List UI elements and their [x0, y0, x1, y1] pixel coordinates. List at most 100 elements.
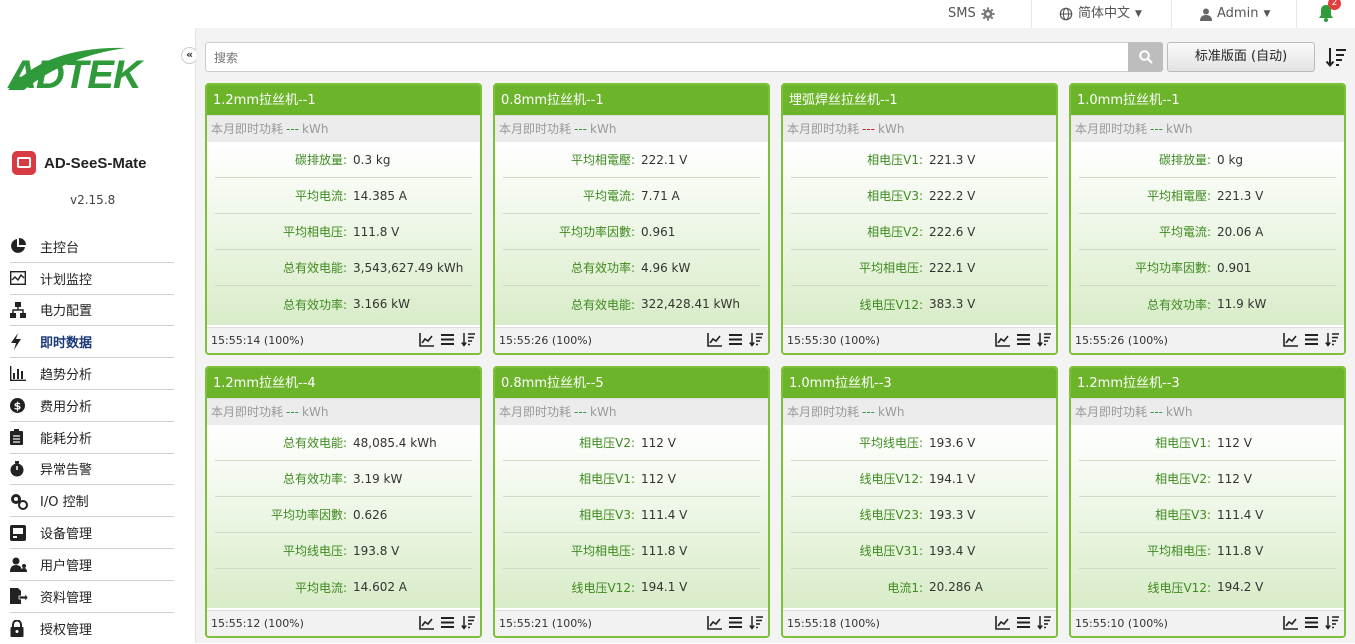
- list-icon[interactable]: [1304, 332, 1319, 347]
- card-monthly-power: 本月即时功耗 --- kWh: [495, 115, 768, 142]
- sms-menu[interactable]: SMS: [948, 0, 995, 28]
- sidebar-item-data-management[interactable]: 资料管理: [10, 581, 174, 613]
- monthly-power-label: 本月即时功耗: [787, 122, 860, 136]
- metric-value: 194.1 V: [929, 471, 976, 486]
- sidebar-item-energy-analysis[interactable]: 能耗分析: [10, 422, 174, 454]
- bar-chart-icon: [10, 366, 26, 382]
- trend-chart-icon[interactable]: [1283, 615, 1298, 630]
- sidebar-item-dashboard[interactable]: 主控台: [10, 231, 174, 263]
- metric-value: 14.602 A: [353, 580, 408, 594]
- metric-label: 平均功率因數:: [558, 225, 635, 239]
- sidebar-item-io-control[interactable]: I/O 控制: [10, 485, 174, 518]
- sort-icon[interactable]: [1325, 332, 1340, 347]
- sort-icon[interactable]: [749, 332, 764, 347]
- search-input[interactable]: [214, 49, 1114, 67]
- card-monthly-power: 本月即时功耗 --- kWh: [207, 398, 480, 425]
- sidebar-item-power-config[interactable]: 电力配置: [10, 295, 174, 327]
- device-card[interactable]: 埋弧焊丝拉丝机--1 本月即时功耗 --- kWh 相电压V1: 221.3 V 相电…: [781, 83, 1058, 355]
- sort-icon[interactable]: [1037, 615, 1052, 630]
- trend-chart-icon[interactable]: [995, 332, 1010, 347]
- metric-label: 相电压V1:: [867, 153, 923, 167]
- device-card[interactable]: 1.0mm拉丝机--3 本月即时功耗 --- kWh 平均线电压: 193.6 V 线…: [781, 366, 1058, 638]
- trend-chart-icon[interactable]: [419, 332, 434, 347]
- trend-chart-icon[interactable]: [995, 615, 1010, 630]
- list-icon[interactable]: [440, 615, 455, 630]
- metric-row: 平均相电压: 111.8 V: [503, 533, 760, 569]
- sort-icon[interactable]: [1325, 615, 1340, 630]
- metric-row: 相电压V2: 222.6 V: [791, 214, 1048, 250]
- sort-icon[interactable]: [461, 332, 476, 347]
- sort-icon[interactable]: [749, 615, 764, 630]
- monthly-power-label: 本月即时功耗: [1075, 405, 1148, 419]
- device-card[interactable]: 1.2mm拉丝机--4 本月即时功耗 --- kWh 总有效电能: 48,085.4 …: [205, 366, 482, 638]
- card-body: 总有效电能: 48,085.4 kWh 总有效功率: 3.19 kW 平均功率因數:…: [207, 425, 480, 608]
- sort-icon[interactable]: [461, 615, 476, 630]
- metric-label: 平均功率因數:: [270, 508, 347, 522]
- card-footer: 15:55:18 (100%): [783, 610, 1056, 636]
- list-icon[interactable]: [1016, 332, 1031, 347]
- metric-label: 平均功率因數:: [1134, 261, 1211, 275]
- sidebar-item-license-management[interactable]: 授权管理: [10, 613, 174, 644]
- trend-chart-icon[interactable]: [419, 615, 434, 630]
- sidebar-item-label: 设备管理: [40, 527, 93, 543]
- sort-icon[interactable]: [1325, 46, 1347, 68]
- metric-value: 111.4 V: [1217, 507, 1264, 522]
- card-footer: 15:55:30 (100%): [783, 327, 1056, 353]
- metric-label: 平均相電壓:: [570, 153, 635, 167]
- search-box: [205, 42, 1163, 72]
- metric-value: 3,543,627.49 kWh: [353, 260, 464, 275]
- trend-chart-icon[interactable]: [707, 615, 722, 630]
- trend-chart-icon[interactable]: [707, 332, 722, 347]
- sidebar-menu: 主控台 计划监控 电力配置 即时数据 趋势分析 $ 费用分析 能耗分析 异常告警: [10, 231, 174, 644]
- dollar-icon: $: [10, 397, 25, 413]
- metric-label: 平均相电压:: [282, 225, 347, 239]
- sidebar-item-user-management[interactable]: 用户管理: [10, 549, 174, 581]
- card-timestamp: 15:55:21 (100%): [499, 617, 592, 630]
- alarm-icon: [10, 460, 24, 477]
- card-body: 平均线电压: 193.6 V 线电压V12: 194.1 V 线电压V23: 193.…: [783, 425, 1056, 608]
- user-name: Admin: [1217, 6, 1259, 21]
- sidebar-item-plan-monitor[interactable]: 计划监控: [10, 263, 174, 295]
- monthly-power-unit: kWh: [1166, 122, 1193, 136]
- sidebar-item-label: 费用分析: [40, 399, 93, 415]
- device-card[interactable]: 1.2mm拉丝机--1 本月即时功耗 --- kWh 碳排放量: 0.3 kg 平均电…: [205, 83, 482, 355]
- metric-value: 111.4 V: [641, 507, 688, 522]
- list-icon[interactable]: [440, 332, 455, 347]
- device-card[interactable]: 1.2mm拉丝机--3 本月即时功耗 --- kWh 相电压V1: 112 V 相电压…: [1069, 366, 1346, 638]
- user-menu[interactable]: Admin ▼: [1200, 0, 1270, 28]
- app-title: AD-SeeS-Mate: [12, 148, 147, 178]
- metric-value: 193.4 V: [929, 543, 976, 558]
- monthly-power-value: ---: [1150, 122, 1164, 136]
- sidebar-item-cost-analysis[interactable]: $ 费用分析: [10, 390, 174, 422]
- metric-label: 平均相电压:: [1146, 544, 1211, 558]
- sidebar-item-label: 能耗分析: [40, 431, 93, 447]
- monthly-power-label: 本月即时功耗: [499, 405, 572, 419]
- card-timestamp: 15:55:18 (100%): [787, 617, 880, 630]
- monthly-power-unit: kWh: [302, 122, 329, 136]
- sidebar-item-trend-analysis[interactable]: 趋势分析: [10, 358, 174, 390]
- card-body: 平均相電壓: 222.1 V 平均電流: 7.71 A 平均功率因數: 0.961 总…: [495, 142, 768, 325]
- app-version: v2.15.8: [70, 193, 116, 207]
- metric-label: 总有效功率:: [1146, 297, 1211, 312]
- metric-row: 总有效功率: 11.9 kW: [1079, 286, 1336, 322]
- list-icon[interactable]: [728, 332, 743, 347]
- list-icon[interactable]: [728, 615, 743, 630]
- device-card[interactable]: 0.8mm拉丝机--5 本月即时功耗 --- kWh 相电压V2: 112 V 相电压…: [493, 366, 770, 638]
- device-card[interactable]: 0.8mm拉丝机--1 本月即时功耗 --- kWh 平均相電壓: 222.1 V 平…: [493, 83, 770, 355]
- layout-mode-button[interactable]: 标准版面 (自动): [1167, 42, 1315, 72]
- metric-value: 112 V: [1217, 471, 1252, 486]
- sidebar-item-realtime-data[interactable]: 即时数据: [10, 326, 174, 359]
- trend-chart-icon[interactable]: [1283, 332, 1298, 347]
- metric-row: 平均相電壓: 222.1 V: [503, 142, 760, 178]
- card-body: 相电压V1: 112 V 相电压V2: 112 V 相电压V3: 111.4 V 平均…: [1071, 425, 1344, 608]
- list-icon[interactable]: [1304, 615, 1319, 630]
- search-button[interactable]: [1128, 42, 1163, 72]
- sidebar-item-alarms[interactable]: 异常告警: [10, 454, 174, 486]
- top-bar: SMS 简体中文 ▼ Admin ▼ 2: [0, 0, 1355, 28]
- sort-icon[interactable]: [1037, 332, 1052, 347]
- metric-value: 111.8 V: [353, 224, 400, 239]
- language-menu[interactable]: 简体中文 ▼: [1059, 0, 1142, 28]
- sidebar-item-device-management[interactable]: 设备管理: [10, 517, 174, 549]
- device-card[interactable]: 1.0mm拉丝机--1 本月即时功耗 --- kWh 碳排放量: 0 kg 平均相電壓…: [1069, 83, 1346, 355]
- list-icon[interactable]: [1016, 615, 1031, 630]
